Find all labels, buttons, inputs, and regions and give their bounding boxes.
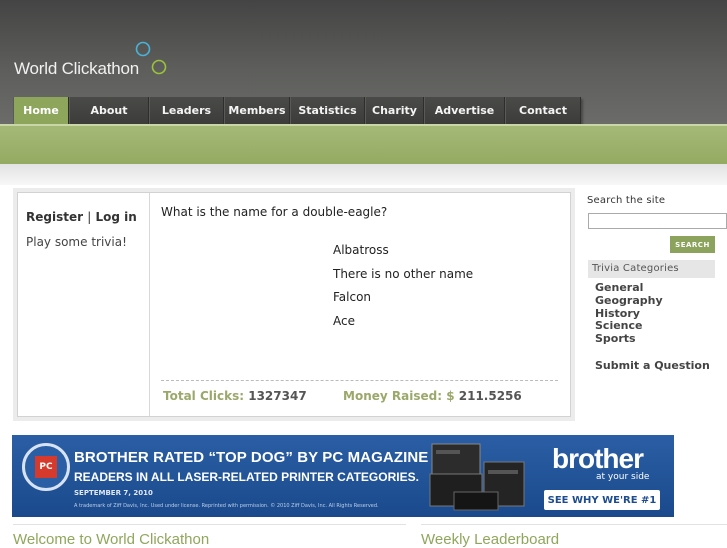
search-input[interactable] [588, 213, 727, 229]
category-list: General Geography History Science Sports [595, 281, 663, 346]
search-button[interactable]: SEARCH [670, 236, 715, 253]
welcome-heading: Welcome to World Clickathon [13, 531, 210, 548]
nav-charity[interactable]: Charity [365, 97, 424, 124]
site-logo[interactable]: World Clickathon [14, 59, 139, 79]
auth-links: Register | Log in [26, 210, 137, 224]
play-trivia-link[interactable]: Play some trivia! [26, 235, 127, 249]
category-general[interactable]: General [595, 281, 663, 295]
green-banner [0, 124, 727, 164]
nav-leaders[interactable]: Leaders [149, 97, 224, 124]
click-stats: Total Clicks: 1327347 Money Raised: $ 21… [163, 389, 522, 403]
ad-cta-button[interactable]: SEE WHY WE'RE #1 [544, 490, 660, 510]
printers-image [429, 443, 525, 511]
category-sports[interactable]: Sports [595, 332, 663, 346]
nav-contact[interactable]: Contact [505, 97, 581, 124]
answer-option[interactable]: Falcon [333, 290, 473, 314]
money-raised-label: Money Raised: $ [343, 389, 455, 403]
login-link[interactable]: Log in [95, 210, 136, 224]
ad-fine-print: A trademark of Ziff Davis, Inc. Used und… [74, 503, 379, 509]
main-nav: Home About Leaders Members Statistics Ch… [13, 97, 581, 124]
ad-date: SEPTEMBER 7, 2010 [74, 489, 153, 497]
nav-about[interactable]: About [69, 97, 149, 124]
nav-members[interactable]: Members [224, 97, 290, 124]
answer-list: Albatross There is no other name Falcon … [333, 243, 473, 338]
leaderboard-heading: Weekly Leaderboard [421, 531, 560, 548]
nav-home[interactable]: Home [13, 97, 69, 124]
nav-statistics[interactable]: Statistics [290, 97, 365, 124]
trivia-panel: Register | Log in Play some trivia! What… [13, 188, 575, 421]
gray-strip [0, 164, 727, 185]
logo-circles-icon [135, 41, 167, 75]
categories-heading: Trivia Categories [588, 260, 715, 278]
register-link[interactable]: Register [26, 210, 83, 224]
total-clicks-label: Total Clicks: [163, 389, 245, 403]
total-clicks-value: 1327347 [248, 389, 307, 403]
trivia-question: What is the name for a double-eagle? [161, 205, 388, 219]
pc-readers-choice-badge: PC [22, 443, 70, 491]
stats-divider [161, 380, 558, 381]
submit-question-link[interactable]: Submit a Question [595, 359, 710, 372]
money-raised-value: 211.5256 [458, 389, 522, 403]
answer-option[interactable]: Ace [333, 314, 473, 338]
auth-separator: | [87, 210, 92, 224]
pc-logo: PC [35, 456, 57, 478]
section-rule [421, 524, 727, 525]
section-rule [13, 524, 406, 525]
answer-option[interactable]: There is no other name [333, 267, 473, 291]
category-geography[interactable]: Geography [595, 294, 663, 308]
brother-logo: brother [552, 443, 644, 474]
ad-headline: BROTHER RATED “TOP DOG” BY PC MAGAZINE [74, 449, 429, 466]
search-label: Search the site [587, 195, 666, 206]
brother-ad-banner[interactable]: PC BROTHER RATED “TOP DOG” BY PC MAGAZIN… [12, 435, 674, 517]
nav-advertise[interactable]: Advertise [424, 97, 505, 124]
trivia-sidebar: Register | Log in Play some trivia! [18, 193, 150, 416]
trivia-card: Register | Log in Play some trivia! What… [17, 192, 571, 417]
answer-option[interactable]: Albatross [333, 243, 473, 267]
ad-subheadline: READERS IN ALL LASER-RELATED PRINTER CAT… [74, 470, 419, 484]
brother-tagline: at your side [596, 472, 650, 482]
